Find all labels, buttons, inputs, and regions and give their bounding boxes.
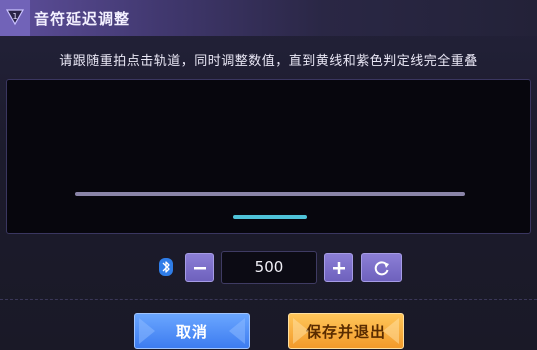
save-decor-right — [383, 318, 399, 344]
note-line — [233, 215, 307, 219]
refresh-icon — [374, 260, 389, 275]
svg-text:1: 1 — [12, 12, 17, 21]
offset-value-input[interactable]: 500 — [221, 251, 317, 284]
save-exit-label: 保存并退出 — [305, 322, 386, 341]
section-divider — [0, 299, 537, 300]
minus-icon — [193, 266, 206, 269]
track-panel[interactable] — [6, 79, 531, 234]
dialog-title: 音符延迟调整 — [34, 10, 131, 28]
cancel-button[interactable]: 取消 — [134, 313, 250, 349]
save-decor-left — [293, 318, 309, 344]
latency-dialog: 1 音符延迟调整 请跟随重拍点击轨道，同时调整数值，直到黄线和紫色判定线完全重叠… — [0, 0, 537, 350]
instruction-text: 请跟随重拍点击轨道，同时调整数值，直到黄线和紫色判定线完全重叠 — [59, 54, 478, 69]
dialog-titlebar: 1 音符延迟调整 — [0, 0, 537, 36]
triangle-badge-icon: 1 — [5, 9, 25, 26]
cancel-label: 取消 — [175, 322, 208, 341]
increase-button[interactable] — [324, 253, 353, 282]
cancel-decor-left — [139, 318, 155, 344]
offset-controls: 500 — [0, 250, 537, 284]
title-badge: 1 — [0, 0, 30, 36]
reset-button[interactable] — [361, 253, 402, 282]
judge-line — [75, 192, 465, 196]
save-exit-button[interactable]: 保存并退出 — [288, 313, 404, 349]
bluetooth-icon — [159, 258, 173, 276]
decrease-button[interactable] — [185, 253, 214, 282]
plus-icon — [332, 261, 345, 274]
cancel-decor-right — [229, 318, 245, 344]
